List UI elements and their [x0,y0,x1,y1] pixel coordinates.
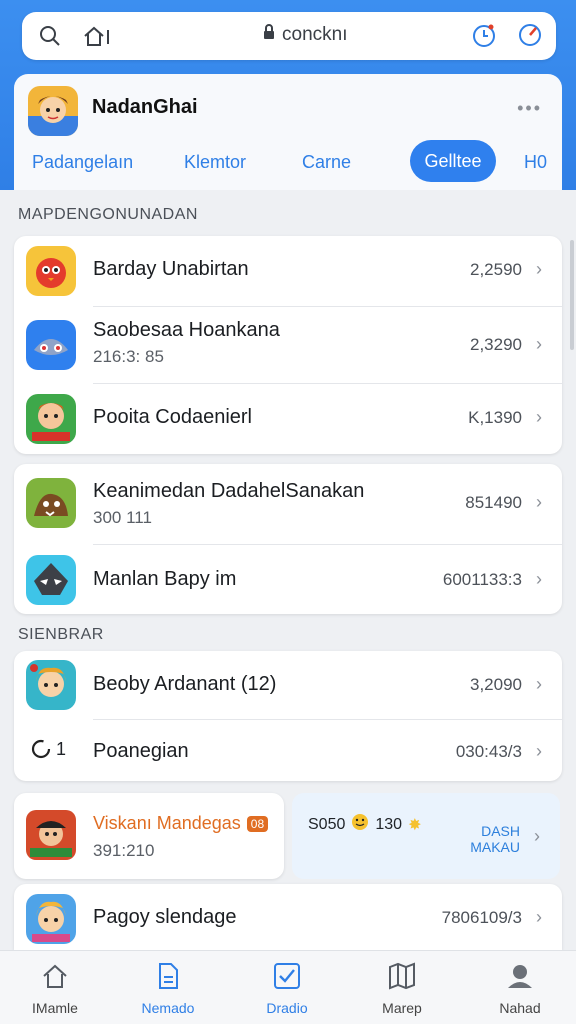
search-icon[interactable] [36,22,64,50]
girl-character-app-icon [26,660,76,710]
angry-bird-app-icon [26,246,76,296]
bottom-navigation: IMamle Nemado Dradio Marep Nahad [0,950,576,1024]
stat-1: S050 [308,815,346,833]
smile-icon [351,813,369,836]
app-avatar [28,86,78,136]
list-item[interactable]: Barday Unabirtan 2,2590 › [14,236,562,306]
list-item[interactable]: Pagoy slendage 7806109/3 › [14,884,562,950]
list-item[interactable]: Saobesaa Hoankana 216:3: 85 2,3290 › [14,307,562,383]
list-group-3: Beoby Ardanant (12) 3,2090 › 1 Poanegian… [14,651,562,781]
item-title: Manlan Bapy im [93,568,237,590]
item-title: Pooita Codaenierl [93,406,252,428]
item-value: 3,2090 [470,675,522,694]
home-icon[interactable] [78,22,118,50]
featured-badge: 08 [246,815,269,832]
nav-item-profile[interactable]: Nahad [470,961,570,1016]
app-title: NadanGhai [92,96,198,118]
chevron-right-icon: › [536,741,542,761]
stats-row: S050 130 ✸ [308,813,421,836]
nav-label: Nahad [499,1000,541,1016]
refresh-count: 1 [56,738,67,759]
chevron-right-icon: › [536,674,542,694]
more-options-icon[interactable]: ••• [517,98,542,119]
chevron-right-icon: › [534,826,540,846]
home-icon [43,964,67,988]
section-label-1: MAPDENGONUNADAN [18,206,198,223]
nav-item-document[interactable]: Nemado [118,961,218,1016]
nav-label: Dradio [266,1000,308,1016]
document-icon [159,963,178,989]
chevron-right-icon: › [536,334,542,354]
chevron-right-icon: › [536,907,542,927]
chevron-right-icon: › [536,259,542,279]
tab-5[interactable]: H0 [524,152,547,173]
browser-url-bar[interactable]: concknı [22,12,556,60]
timer-icon[interactable] [470,21,498,54]
item-title: Beoby Ardanant (12) [93,673,277,695]
tab-1[interactable]: Padangelaın [32,152,133,173]
cartoon-hero-app-icon [26,394,76,444]
item-value: 030:43/3 [455,742,522,761]
nav-label: IMamle [32,1000,78,1016]
stat-2: 130 [375,815,403,833]
list-item[interactable]: Beoby Ardanant (12) 3,2090 › [14,651,562,719]
map-icon [389,962,415,990]
list-item[interactable]: Keanimedan DadahelSanakan 300 111 851490… [14,464,562,544]
pirate-app-icon [26,810,76,860]
list-group-2: Keanimedan DadahelSanakan 300 111 851490… [14,464,562,614]
item-subtitle: 216:3: 85 [93,347,164,366]
masked-helmet-app-icon [26,555,76,605]
tab-active[interactable]: Gelltee [410,140,496,182]
item-title: Poanegian [93,740,189,762]
featured-title-wrap: Viskanı Mandegas 08 [93,813,269,834]
item-title: Saobesaa Hoankana [93,319,280,341]
chevron-right-icon: › [536,569,542,589]
item-value: 7806109/3 [441,908,522,927]
chevron-right-icon: › [536,492,542,512]
section-label-2: SIENBRAR [18,626,104,643]
nav-item-checklist[interactable]: Dradio [237,961,337,1016]
nav-label: Marep [382,1000,422,1016]
item-title: Barday Unabirtan [93,258,249,280]
list-group-4: Pagoy slendage 7806109/3 › [14,884,562,950]
list-group-1: Barday Unabirtan 2,2590 › Saobesaa Hoank… [14,236,562,454]
shark-app-icon [26,320,76,370]
scrollbar-thumb[interactable] [570,240,574,350]
url-text: concknı [282,24,348,45]
featured-subtitle: 391:210 [93,841,155,860]
featured-card-left[interactable]: Viskanı Mandegas 08 391:210 [14,793,284,879]
chevron-right-icon: › [536,407,542,427]
featured-title: Viskanı Mandegas [93,813,241,833]
app-header-card: NadanGhai ••• Padangelaın Klemtor Carne … [14,74,562,190]
item-value: K,1390 [468,408,522,427]
tab-2[interactable]: Klemtor [184,152,246,173]
dash-link[interactable]: DASH MAKAU [470,823,520,855]
refresh-icon: 1 [30,738,66,760]
list-item[interactable]: Pooita Codaenierl K,1390 › [14,384,562,454]
item-value: 851490 [465,493,522,512]
nav-item-map[interactable]: Marep [352,961,452,1016]
monster-app-icon [26,478,76,528]
nav-item-home[interactable]: IMamle [5,961,105,1016]
item-value: 2,3290 [470,335,522,354]
cartoon-girl-app-icon [26,894,76,944]
speedometer-icon[interactable] [516,21,544,54]
profile-icon [508,965,532,988]
item-subtitle: 300 111 [93,508,152,527]
nav-label: Nemado [141,1000,195,1016]
item-title: Pagoy slendage [93,906,237,928]
item-value: 6001133:3 [442,570,522,589]
featured-card-right[interactable]: S050 130 ✸ DASH MAKAU › [292,793,560,879]
list-item[interactable]: Manlan Bapy im 6001133:3 › [14,545,562,614]
item-value: 2,2590 [470,260,522,279]
lock-icon [262,24,276,46]
list-item[interactable]: 1 Poanegian 030:43/3 › [14,720,562,781]
url-text-wrap[interactable]: concknı [262,24,347,46]
sun-icon: ✸ [408,816,422,834]
tab-3[interactable]: Carne [302,152,351,173]
item-title: Keanimedan DadahelSanakan [93,480,365,502]
checkbox-icon [274,963,300,989]
